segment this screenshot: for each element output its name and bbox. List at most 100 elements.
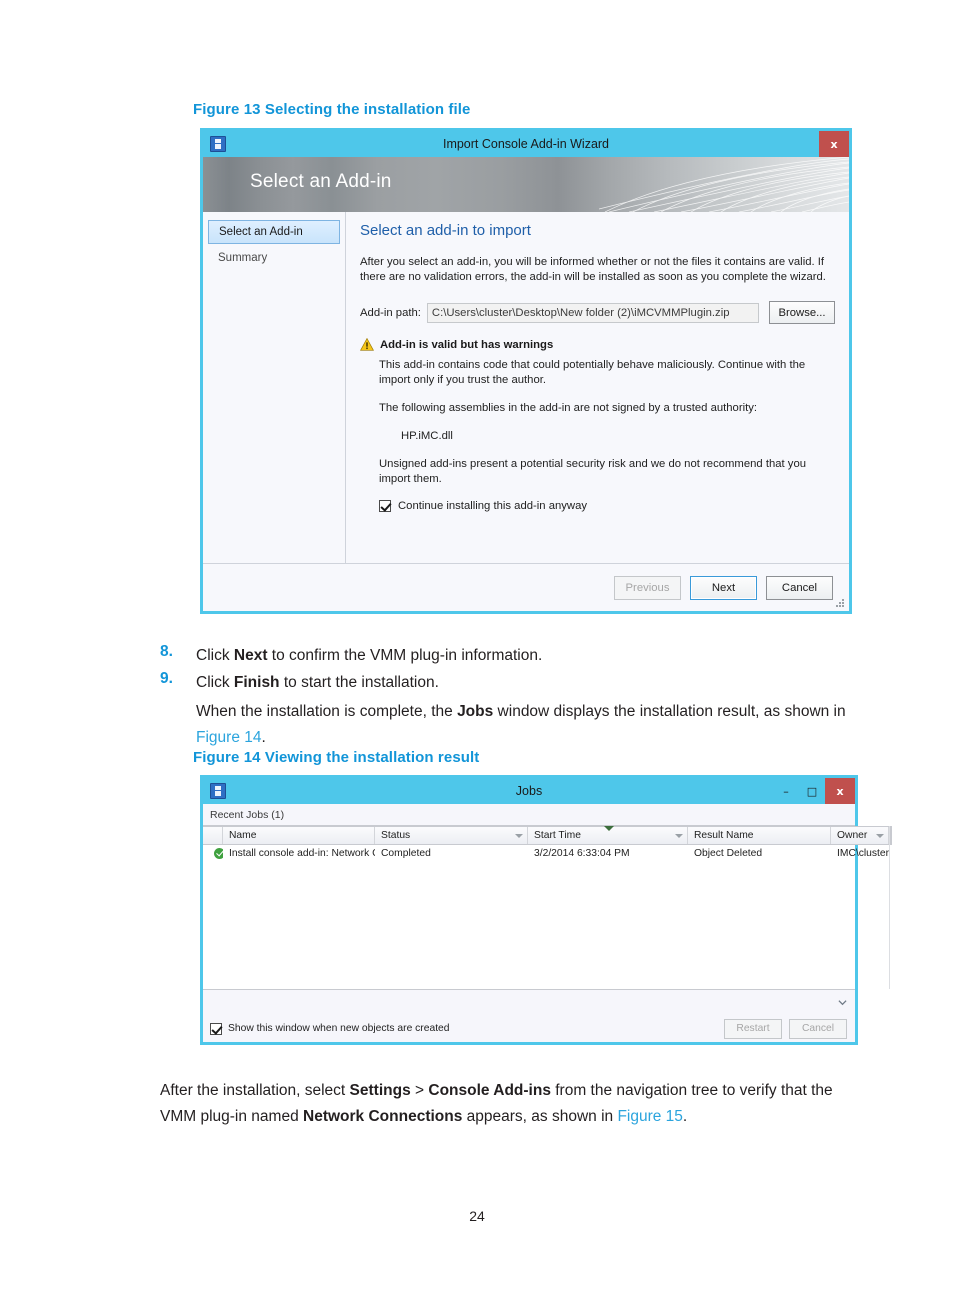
mesh-graphic	[599, 157, 849, 212]
jobs-footer: Show this window when new objects are cr…	[203, 1015, 855, 1042]
wizard-banner-title: Select an Add-in	[250, 171, 392, 192]
warning-body: This add-in contains code that could pot…	[379, 358, 835, 487]
scrollbar-thumb[interactable]	[890, 826, 893, 845]
after-bold-settings: Settings	[349, 1082, 411, 1099]
warning-title: Add-in is valid but has warnings	[380, 338, 554, 351]
step-9-part-3: to start the installation.	[279, 674, 439, 691]
jobs-paragraph-part-2: window displays the installation result,…	[493, 703, 846, 720]
figure-15-link[interactable]: Figure 15	[617, 1108, 682, 1125]
success-icon	[214, 848, 223, 859]
row-start-time: 3/2/2014 6:33:04 PM	[534, 848, 630, 859]
table-row[interactable]: Install console add-in: Network Co... Co…	[203, 845, 889, 862]
step-8-number: 8.	[160, 643, 173, 660]
step-8-part-3: to confirm the VMM plug-in information.	[267, 647, 543, 664]
row-owner: IMC\cluster	[837, 848, 890, 859]
jobs-app-icon	[210, 783, 226, 799]
warning-paragraph-3: Unsigned add-ins present a potential sec…	[379, 458, 807, 485]
step-8-text: Click Next to confirm the VMM plug-in in…	[196, 643, 856, 669]
filter-icon[interactable]	[515, 834, 523, 838]
figure-13-caption: Figure 13 Selecting the installation fil…	[193, 101, 471, 118]
filter-icon[interactable]	[675, 834, 683, 838]
jobs-title-bar: Jobs – □ x	[203, 778, 855, 804]
jobs-window: Jobs – □ x Recent Jobs (1) Name Status S…	[200, 775, 893, 1045]
cancel-button[interactable]: Cancel	[766, 575, 833, 600]
row-status: Completed	[381, 848, 431, 859]
wizard-body: Select an Add-in Summary Select an add-i…	[203, 212, 849, 611]
column-header-status[interactable]: Status	[375, 827, 528, 844]
wizard-app-icon	[210, 136, 226, 152]
column-header-owner[interactable]: Owner	[831, 827, 890, 844]
nav-item-select-an-addin[interactable]: Select an Add-in	[208, 220, 340, 244]
figure-14-link[interactable]: Figure 14	[196, 729, 261, 746]
step-8-part-2: Next	[233, 647, 268, 664]
figure-14-caption: Figure 14 Viewing the installation resul…	[193, 749, 480, 766]
show-window-checkbox[interactable]	[210, 1022, 222, 1035]
wizard-banner: Select an Add-in	[203, 157, 849, 212]
column-header-owner-label: Owner	[837, 830, 868, 841]
jobs-window-buttons: – □ x	[773, 778, 855, 804]
wizard-title-bar: Import Console Add-in Wizard x	[203, 131, 849, 157]
warning-paragraph-2: The following assemblies in the add-in a…	[379, 402, 758, 414]
wizard-content-panel: Select an add-in to import After you sel…	[346, 212, 849, 611]
jobs-cancel-button[interactable]: Cancel	[789, 1018, 847, 1039]
continue-install-checkbox[interactable]	[379, 500, 391, 512]
maximize-icon[interactable]: □	[799, 778, 825, 804]
wizard-intro-text: After you select an add-in, you will be …	[360, 256, 826, 283]
addin-path-input[interactable]: C:\Users\cluster\Desktop\New folder (2)\…	[426, 302, 759, 323]
jobs-title: Jobs	[515, 784, 543, 798]
addin-path-row: Add-in path: C:\Users\cluster\Desktop\Ne…	[360, 301, 835, 324]
close-icon[interactable]: x	[825, 778, 855, 804]
after-bold-network-connections: Network Connections	[303, 1108, 463, 1125]
jobs-table-wrapper: Name Status Start Time Result Name Owner…	[203, 826, 893, 989]
wizard-title: Import Console Add-in Wizard	[442, 137, 610, 151]
restart-button[interactable]: Restart	[724, 1018, 782, 1039]
next-button[interactable]: Next	[690, 575, 757, 600]
column-header-name[interactable]: Name	[223, 827, 375, 844]
close-icon[interactable]: x	[819, 131, 849, 157]
page-number: 24	[469, 1208, 485, 1224]
column-header-icon	[203, 827, 223, 844]
column-header-start-time-label: Start Time	[534, 830, 581, 841]
continue-install-checkbox-row[interactable]: Continue installing this add-in anyway	[379, 500, 835, 512]
import-console-addin-wizard-window: Import Console Add-in Wizard x Select an…	[200, 128, 852, 614]
addin-path-label: Add-in path:	[360, 306, 421, 319]
row-result-name: Object Deleted	[694, 848, 763, 859]
warning-icon	[360, 338, 374, 351]
column-header-result-name[interactable]: Result Name	[688, 827, 831, 844]
warning-header: Add-in is valid but has warnings	[360, 338, 835, 351]
jobs-details-expander[interactable]	[203, 989, 855, 1015]
wizard-footer: Previous Next Cancel	[203, 563, 849, 611]
chevron-down-icon[interactable]	[838, 998, 847, 1007]
step-9-text: Click Finish to start the installation.	[196, 670, 856, 696]
jobs-paragraph-bold-1: Jobs	[457, 703, 494, 720]
step-8-part-1: Click	[196, 647, 234, 664]
jobs-result-paragraph: When the installation is complete, the J…	[196, 699, 856, 751]
step-9-part-1: Click	[196, 674, 234, 691]
jobs-table: Name Status Start Time Result Name Owner…	[203, 826, 890, 989]
column-header-start-time[interactable]: Start Time	[528, 826, 688, 844]
browse-button[interactable]: Browse...	[769, 301, 835, 324]
continue-install-label: Continue installing this add-in anyway	[398, 500, 588, 512]
after-part-2: >	[410, 1082, 429, 1099]
jobs-paragraph-part-3: .	[261, 729, 266, 746]
recent-jobs-label: Recent Jobs (1)	[203, 804, 855, 826]
wizard-content-heading: Select an add-in to import	[360, 222, 531, 239]
after-part-1: After the installation, select	[160, 1082, 350, 1099]
step-9-part-2: Finish	[233, 674, 280, 691]
row-status-icon-cell	[203, 845, 223, 862]
nav-item-summary[interactable]: Summary	[208, 247, 340, 269]
unsigned-assembly-name: HP.iMC.dll	[401, 430, 453, 442]
wizard-nav-panel: Select an Add-in Summary	[203, 212, 346, 611]
show-window-checkbox-label: Show this window when new objects are cr…	[228, 1023, 450, 1034]
after-part-5: .	[682, 1108, 688, 1125]
minimize-icon[interactable]: –	[773, 778, 799, 804]
filter-icon[interactable]	[876, 834, 885, 838]
resize-grip-icon[interactable]	[834, 597, 846, 609]
jobs-vertical-scrollbar[interactable]	[889, 826, 893, 989]
after-installation-paragraph: After the installation, select Settings …	[160, 1078, 860, 1130]
wizard-window-buttons: x	[819, 131, 849, 157]
row-name: Install console add-in: Network Co...	[229, 848, 375, 859]
previous-button[interactable]: Previous	[614, 575, 681, 600]
step-9-number: 9.	[160, 670, 173, 687]
jobs-paragraph-part-1: When the installation is complete, the	[196, 703, 458, 720]
